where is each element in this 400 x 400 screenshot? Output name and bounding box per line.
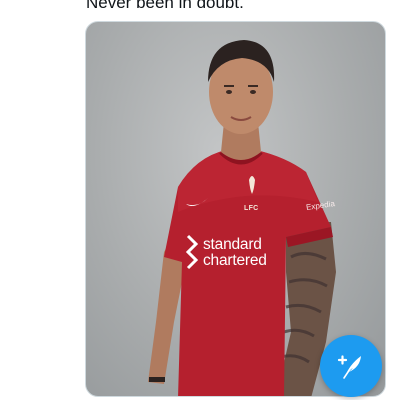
tweet-text: Never been in doubt. xyxy=(86,0,244,12)
feather-plus-icon xyxy=(337,355,361,379)
shirt-sponsor-text: standard chartered xyxy=(203,237,313,269)
crest-text: LFC xyxy=(244,205,259,212)
shirt-sponsor-line-1: standard xyxy=(203,236,262,253)
shirt-sponsor-line-2: chartered xyxy=(203,252,267,269)
compose-tweet-button[interactable] xyxy=(320,335,382,397)
